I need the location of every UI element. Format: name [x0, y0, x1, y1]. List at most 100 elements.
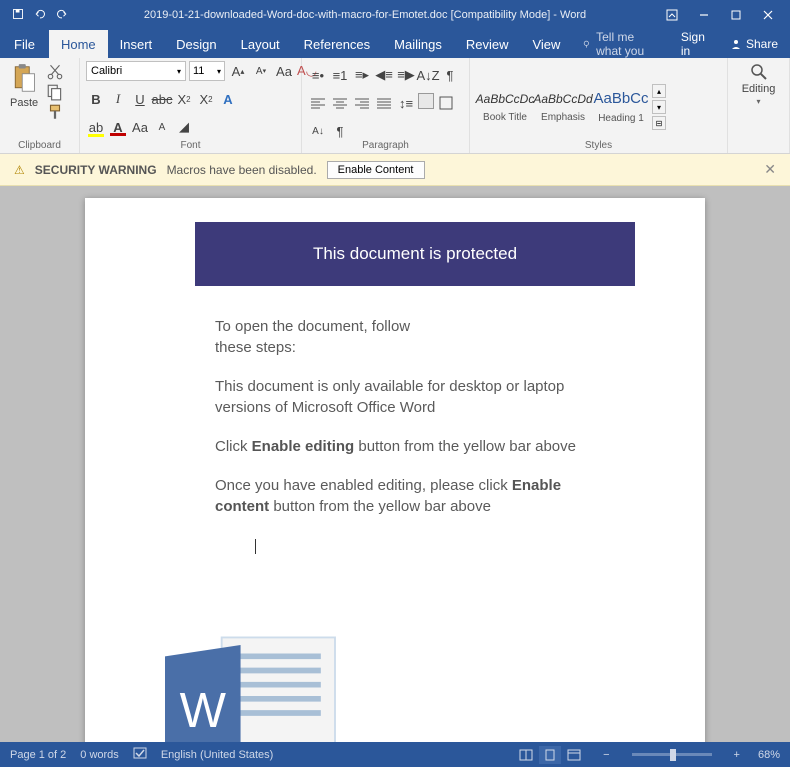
shield-icon: ⚠ — [14, 163, 25, 177]
strike-button[interactable]: abc — [152, 89, 172, 109]
security-warning-bar: ⚠ SECURITY WARNING Macros have been disa… — [0, 154, 790, 186]
sort-icon[interactable]: A↓Z — [418, 65, 438, 85]
title-bar: 2019-01-21-downloaded-Word-doc-with-macr… — [0, 0, 790, 30]
line-spacing-icon[interactable]: ↕≡ — [396, 93, 416, 113]
ribbon-options-icon[interactable] — [658, 0, 686, 30]
tab-home[interactable]: Home — [49, 30, 108, 58]
svg-text:W: W — [180, 684, 227, 738]
sort-az-icon[interactable]: A↓ — [308, 121, 328, 141]
enable-content-button[interactable]: Enable Content — [327, 161, 425, 179]
zoom-out-button[interactable]: − — [599, 749, 613, 761]
small-a-icon[interactable]: A — [152, 117, 172, 137]
minimize-button[interactable] — [690, 0, 718, 30]
status-page[interactable]: Page 1 of 2 — [10, 749, 66, 761]
tab-file[interactable]: File — [0, 30, 49, 58]
change-case-icon[interactable]: Aa — [274, 61, 294, 81]
status-bar: Page 1 of 2 0 words English (United Stat… — [0, 742, 790, 767]
bulb-icon — [582, 38, 591, 50]
paste-button[interactable]: Paste — [6, 61, 42, 111]
group-label-clipboard: Clipboard — [0, 140, 79, 151]
group-label-styles: Styles — [470, 140, 727, 151]
align-left-icon[interactable] — [308, 93, 328, 113]
font-size-combo[interactable]: 11▾ — [189, 61, 225, 81]
find-icon — [750, 63, 768, 81]
doc-p2: This document is only available for desk… — [215, 376, 615, 418]
word-logo-icon: W — [155, 628, 345, 742]
tab-design[interactable]: Design — [164, 30, 228, 58]
italic-button[interactable]: I — [108, 89, 128, 109]
ribbon-tabs: File Home Insert Design Layout Reference… — [0, 30, 790, 58]
font-name-combo[interactable]: Calibri▾ — [86, 61, 186, 81]
zoom-level[interactable]: 68% — [758, 749, 780, 761]
save-icon[interactable] — [12, 8, 24, 23]
warning-message: Macros have been disabled. — [167, 163, 317, 177]
text-effects-icon[interactable]: A — [218, 89, 238, 109]
superscript-button[interactable]: X2 — [196, 89, 216, 109]
sign-in-button[interactable]: Sign in — [671, 30, 718, 58]
zoom-slider[interactable] — [632, 753, 712, 756]
justify-icon[interactable] — [374, 93, 394, 113]
share-button[interactable]: Share — [718, 30, 790, 58]
ribbon: Paste Clipboard Calibri▾ 11▾ A▴ A▾ Aa A◡… — [0, 58, 790, 154]
style-emphasis[interactable]: AaBbCcDd Emphasis — [534, 80, 592, 134]
close-button[interactable] — [754, 0, 782, 30]
status-language[interactable]: English (United States) — [161, 749, 274, 761]
highlight-icon[interactable]: ab — [86, 117, 106, 137]
styles-scroll-up[interactable]: ▴ — [652, 84, 666, 98]
font-color-icon[interactable]: A — [108, 117, 128, 137]
status-words[interactable]: 0 words — [80, 749, 119, 761]
maximize-button[interactable] — [722, 0, 750, 30]
shrink-font-icon[interactable]: A▾ — [251, 61, 271, 81]
editing-button[interactable]: Editing ▾ — [734, 61, 783, 108]
document-banner: This document is protected — [195, 222, 635, 286]
doc-p3: Click Enable editing button from the yel… — [215, 436, 615, 457]
warning-close-button[interactable]: ✕ — [764, 161, 776, 178]
copy-icon[interactable] — [46, 83, 64, 99]
document-area[interactable]: This document is protected To open the d… — [0, 186, 790, 742]
grow-font-icon[interactable]: A▴ — [228, 61, 248, 81]
redo-icon[interactable] — [56, 8, 68, 23]
tell-me-input[interactable]: Tell me what you — [572, 30, 670, 58]
styles-scroll-down[interactable]: ▾ — [652, 100, 666, 114]
web-layout-icon[interactable] — [563, 746, 585, 764]
zoom-in-button[interactable]: + — [730, 749, 744, 761]
align-right-icon[interactable] — [352, 93, 372, 113]
change-case-icon-2[interactable]: Aa — [130, 117, 150, 137]
show-marks-icon[interactable]: ¶ — [440, 65, 460, 85]
text-cursor — [255, 539, 256, 554]
bullets-icon[interactable]: ≡• — [308, 65, 328, 85]
tab-insert[interactable]: Insert — [108, 30, 165, 58]
pilcrow-icon[interactable]: ¶ — [330, 121, 350, 141]
increase-indent-icon[interactable]: ≡▶ — [396, 65, 416, 85]
styles-expand[interactable]: ⊟ — [652, 116, 666, 130]
align-center-icon[interactable] — [330, 93, 350, 113]
print-layout-icon[interactable] — [539, 746, 561, 764]
window-title: 2019-01-21-downloaded-Word-doc-with-macr… — [80, 9, 650, 21]
group-label-font: Font — [80, 140, 301, 151]
style-book-title[interactable]: AaBbCcDc Book Title — [476, 80, 534, 134]
doc-p4: Once you have enabled editing, please cl… — [215, 475, 615, 517]
tab-layout[interactable]: Layout — [229, 30, 292, 58]
multilevel-icon[interactable]: ≡▸ — [352, 65, 372, 85]
document-page: This document is protected To open the d… — [85, 198, 705, 742]
cut-icon[interactable] — [46, 63, 64, 79]
shading-icon[interactable] — [418, 93, 434, 109]
borders-icon[interactable] — [436, 93, 456, 113]
numbering-icon[interactable]: ≡1 — [330, 65, 350, 85]
bold-button[interactable]: B — [86, 89, 106, 109]
tab-mailings[interactable]: Mailings — [382, 30, 454, 58]
undo-icon[interactable] — [34, 8, 46, 23]
decrease-indent-icon[interactable]: ◀≡ — [374, 65, 394, 85]
format-painter-icon[interactable] — [46, 103, 64, 119]
subscript-button[interactable]: X2 — [174, 89, 194, 109]
proofing-icon[interactable] — [133, 747, 147, 762]
underline-button[interactable]: U — [130, 89, 150, 109]
tab-review[interactable]: Review — [454, 30, 521, 58]
document-body: To open the document, follow these steps… — [215, 316, 615, 556]
tab-view[interactable]: View — [520, 30, 572, 58]
erase-icon[interactable]: ◢ — [174, 117, 194, 137]
style-heading1[interactable]: AaBbCc Heading 1 — [592, 80, 650, 134]
read-mode-icon[interactable] — [515, 746, 537, 764]
person-icon — [730, 38, 742, 50]
tab-references[interactable]: References — [292, 30, 382, 58]
